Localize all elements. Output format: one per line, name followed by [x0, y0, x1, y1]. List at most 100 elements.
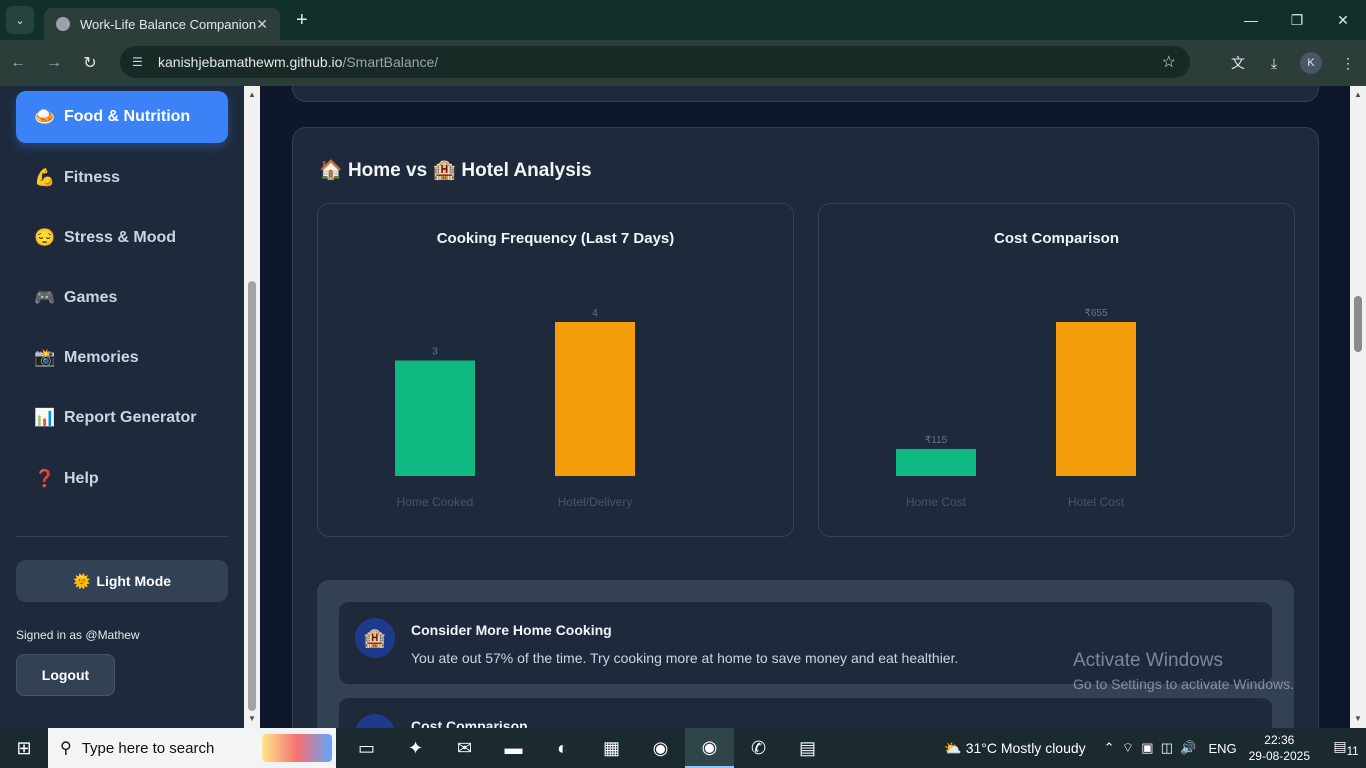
hotel-icon: 🏨: [432, 160, 457, 181]
insight-title: Cost Comparison: [411, 718, 528, 728]
close-window-icon[interactable]: ✕: [1320, 0, 1366, 40]
sidebar-item-label: Memories: [64, 349, 139, 366]
scroll-down-arrow-icon[interactable]: ▼: [248, 714, 256, 723]
page-scroll-thumb[interactable]: [1354, 296, 1362, 352]
weather-widget[interactable]: ⛅ 31°C Mostly cloudy: [944, 740, 1085, 757]
bar-chart-icon: 📊: [34, 408, 56, 427]
signed-in-text: Signed in as @Mathew: [16, 628, 140, 642]
muscle-icon: 💪: [34, 168, 56, 187]
sidebar-divider: [16, 536, 228, 537]
insight-text: You ate out 57% of the time. Try cooking…: [411, 650, 959, 666]
browser-tab[interactable]: Work-Life Balance Companion ✕: [44, 8, 280, 40]
whatsapp-icon[interactable]: ✆: [734, 728, 783, 768]
page-scrollbar[interactable]: ▲ ▼: [1350, 86, 1366, 728]
minimize-icon[interactable]: —: [1228, 0, 1274, 40]
theme-toggle-button[interactable]: 🌞 Light Mode: [16, 560, 228, 602]
restore-icon[interactable]: ❐: [1274, 0, 1320, 40]
sidebar-item-help[interactable]: ❓ Help: [16, 453, 228, 505]
bar-home-cooked: [395, 360, 475, 476]
close-tab-icon[interactable]: ✕: [256, 16, 268, 33]
bar-value-label: ₹655: [1084, 308, 1107, 319]
category-label: Home Cooked: [397, 495, 474, 509]
sidebar-scroll-thumb[interactable]: [248, 281, 256, 711]
previous-card: [292, 86, 1319, 102]
scroll-up-arrow-icon[interactable]: ▲: [248, 90, 256, 99]
sidebar-item-fitness[interactable]: 💪 Fitness: [16, 152, 228, 204]
tab-title: Work-Life Balance Companion: [80, 16, 257, 32]
sidebar-item-memories[interactable]: 📸 Memories: [16, 332, 228, 384]
sidebar-item-games[interactable]: 🎮 Games: [16, 272, 228, 324]
outlook-icon[interactable]: ✉: [440, 728, 489, 768]
bar-hotel-cost: [1056, 322, 1136, 476]
sidebar-item-label: Stress & Mood: [64, 229, 177, 246]
activate-windows-watermark: Activate Windows Go to Settings to activ…: [1073, 650, 1294, 692]
bookmark-star-icon[interactable]: ☆: [1162, 52, 1176, 72]
question-mark-icon: ❓: [34, 469, 56, 488]
theme-toggle-label: Light Mode: [96, 573, 172, 589]
insight-icon: [355, 714, 395, 728]
back-icon[interactable]: ←: [0, 54, 36, 72]
bar-value-label: 3: [432, 347, 438, 358]
sun-icon: 🌞: [72, 572, 91, 589]
tab-search-icon[interactable]: ⌄: [6, 6, 34, 34]
hotel-icon: 🏨: [355, 618, 395, 658]
browser-tab-strip: ⌄ Work-Life Balance Companion ✕ + — ❐ ✕: [0, 0, 1366, 40]
windows-taskbar: ⊞ ⚲ Type here to search ▭ ✦ ✉ ▬ ◐ ▦ ◉ ◉ …: [0, 728, 1366, 768]
camera-icon: 📸: [34, 348, 56, 367]
new-tab-icon[interactable]: +: [296, 9, 308, 32]
logout-button[interactable]: Logout: [16, 654, 115, 696]
search-highlight-image: [262, 734, 332, 762]
url-host: kanishjebamathewm.github.io: [158, 54, 343, 70]
sidebar: 🍛 Food & Nutrition 💪 Fitness 😔 Stress & …: [0, 86, 244, 728]
profile-avatar[interactable]: K: [1300, 52, 1322, 74]
scroll-up-arrow-icon[interactable]: ▲: [1354, 90, 1362, 99]
category-label: Home Cost: [906, 495, 967, 509]
sidebar-item-label: Help: [64, 470, 99, 487]
browser-toolbar: ← → ↻ ☰ kanishjebamathewm.github.io/Smar…: [0, 40, 1366, 86]
language-indicator[interactable]: ENG: [1208, 741, 1236, 756]
forward-icon[interactable]: →: [36, 54, 72, 72]
winrar-icon[interactable]: ▤: [783, 728, 832, 768]
search-placeholder: Type here to search: [81, 739, 215, 757]
bar-value-label: 4: [592, 308, 598, 319]
globe-icon: [56, 17, 70, 31]
reload-icon[interactable]: ↻: [72, 53, 108, 73]
notification-icon[interactable]: ▤11: [1326, 738, 1366, 758]
url-path: /SmartBalance/: [342, 54, 439, 70]
food-bowl-icon: 🍛: [34, 107, 56, 126]
clock[interactable]: 22:36 29-08-2025: [1249, 732, 1310, 764]
sidebar-scrollbar[interactable]: ▲ ▼: [244, 86, 260, 728]
chrome-icon[interactable]: ◉: [636, 728, 685, 768]
menu-kebab-icon[interactable]: ⋮: [1330, 55, 1366, 72]
bar-value-label: ₹115: [925, 435, 948, 446]
site-info-icon[interactable]: ☰: [132, 55, 152, 69]
scroll-down-arrow-icon[interactable]: ▼: [1354, 714, 1362, 723]
main-content: 🏠 Home vs 🏨 Hotel Analysis Cooking Frequ…: [260, 86, 1350, 728]
windows-start-icon[interactable]: ⊞: [0, 738, 48, 759]
gamepad-icon: 🎮: [34, 288, 56, 307]
translate-icon[interactable]: 文: [1220, 53, 1256, 73]
download-icon[interactable]: ⤓: [1256, 55, 1292, 72]
section-title: 🏠 Home vs 🏨 Hotel Analysis: [319, 160, 592, 181]
insight-title: Consider More Home Cooking: [411, 622, 612, 638]
edge-icon[interactable]: ◐: [538, 728, 587, 768]
tray-icons[interactable]: ⌃ ⌔ ▣ ◫ 🔊: [1104, 740, 1197, 756]
sidebar-item-report-generator[interactable]: 📊 Report Generator: [16, 392, 228, 444]
taskbar-search[interactable]: ⚲ Type here to search: [48, 728, 336, 768]
microsoft-store-icon[interactable]: ▦: [587, 728, 636, 768]
address-bar[interactable]: ☰ kanishjebamathewm.github.io/SmartBalan…: [120, 46, 1190, 78]
search-icon: ⚲: [60, 740, 72, 757]
chrome-profile-icon[interactable]: ◉: [685, 728, 734, 768]
home-icon: 🏠: [319, 160, 343, 181]
sidebar-item-label: Report Generator: [64, 409, 197, 426]
cooking-frequency-chart: Cooking Frequency (Last 7 Days) 3 Home Co…: [317, 203, 794, 537]
chart-svg: 3 Home Cooked 4 Hotel/Delivery: [395, 308, 635, 509]
category-label: Hotel/Delivery: [558, 495, 633, 509]
copilot-icon[interactable]: ✦: [391, 728, 440, 768]
file-explorer-icon[interactable]: ▬: [489, 728, 538, 768]
sidebar-item-label: Games: [64, 289, 118, 306]
mood-face-icon: 😔: [34, 228, 56, 247]
task-view-icon[interactable]: ▭: [342, 728, 391, 768]
sidebar-item-stress-mood[interactable]: 😔 Stress & Mood: [16, 212, 228, 264]
sidebar-item-food-nutrition[interactable]: 🍛 Food & Nutrition: [16, 91, 228, 143]
